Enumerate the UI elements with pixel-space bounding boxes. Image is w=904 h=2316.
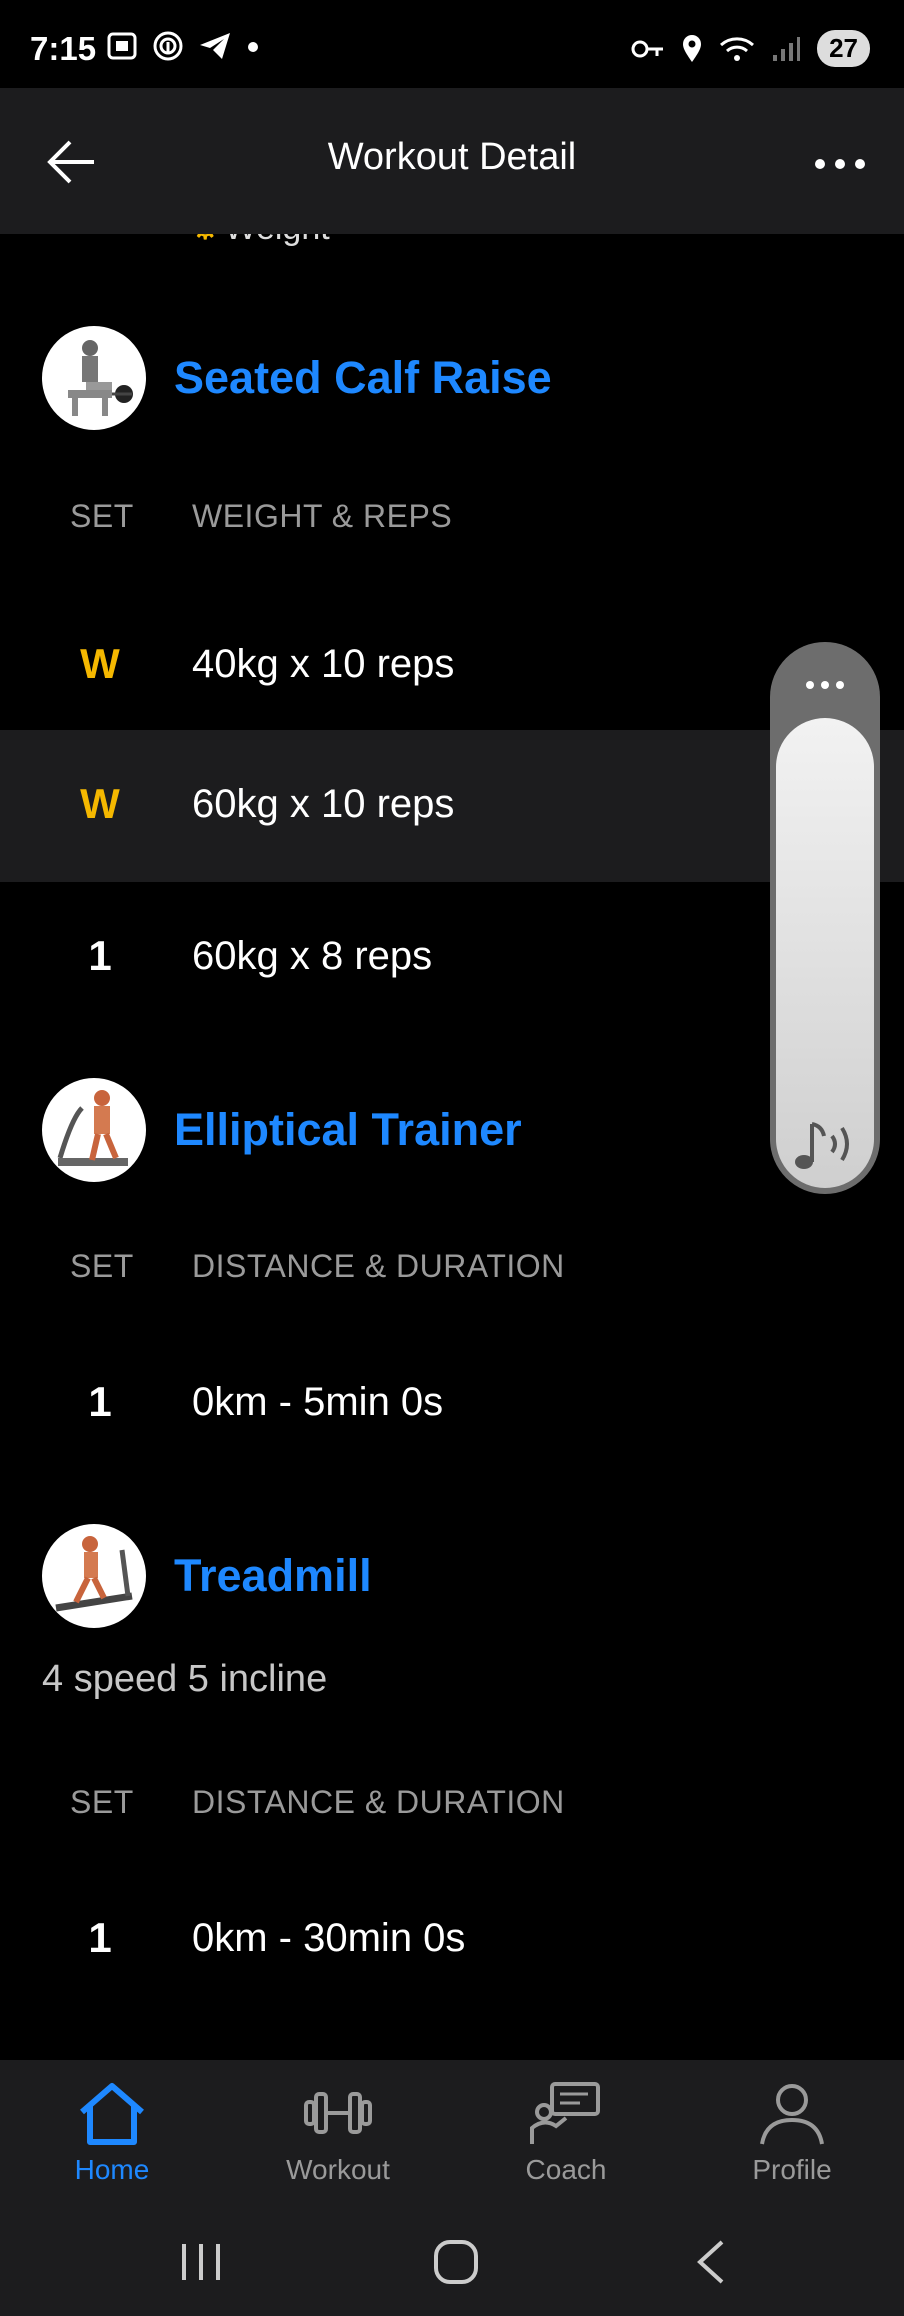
nav-home-label: Home — [74, 2154, 150, 2185]
set-table-header: SET DISTANCE & DURATION — [0, 1248, 904, 1308]
set-row[interactable]: 1 0km - 5min 0s — [0, 1328, 904, 1480]
vpn-key-icon — [631, 40, 664, 57]
app-header: Workout Detail — [0, 88, 904, 234]
nav-workout[interactable]: Workout — [238, 2078, 438, 2186]
location-icon — [683, 34, 702, 62]
back-button-icon[interactable] — [686, 2234, 736, 2290]
nav-coach[interactable]: Coach — [466, 2078, 666, 2186]
set-number: 1 — [88, 1378, 112, 1425]
medal-icon: ⚙ — [190, 234, 220, 247]
status-bar: 7:15 27 — [0, 0, 904, 88]
status-time: 7:15 — [30, 30, 97, 67]
notification-dot-icon — [248, 42, 258, 52]
fingerprint-icon — [153, 31, 183, 61]
set-row[interactable]: 1 60kg x 8 reps — [0, 882, 904, 1034]
exercise-thumbnail — [42, 326, 146, 430]
status-left-icons — [106, 30, 260, 62]
exercise-name[interactable]: Elliptical Trainer — [174, 1104, 522, 1156]
nav-coach-label: Coach — [525, 2154, 607, 2185]
exercise-header[interactable]: Seated Calf Raise — [42, 326, 552, 430]
nav-profile-label: Profile — [752, 2154, 832, 2185]
set-table-header: SET DISTANCE & DURATION — [0, 1784, 904, 1844]
bottom-navigation: Home Workout Coach Profile — [0, 2060, 904, 2210]
page-title: Workout Detail — [327, 136, 577, 178]
set-column-label: SET — [70, 1784, 134, 1820]
home-icon — [80, 2083, 144, 2145]
dumbbell-icon — [304, 2092, 372, 2134]
set-value: 60kg x 8 reps — [192, 934, 433, 978]
volume-more-icon[interactable] — [770, 672, 880, 698]
set-number: 1 — [88, 932, 112, 979]
set-row[interactable]: W 60kg x 10 reps — [0, 730, 904, 882]
profile-icon — [760, 2084, 824, 2145]
exercise-name[interactable]: Seated Calf Raise — [174, 352, 552, 404]
more-options-icon[interactable] — [810, 144, 870, 184]
music-volume-icon — [795, 1122, 849, 1169]
nav-workout-label: Workout — [286, 2154, 390, 2185]
exercise-note: 4 speed 5 incline — [42, 1658, 328, 1700]
home-button-icon[interactable] — [428, 2234, 484, 2290]
set-number: W — [80, 780, 120, 827]
workout-content[interactable]: ⚙ Weight Seated Calf Raise SET WEIGHT & R… — [0, 234, 904, 2060]
set-column-label: SET — [70, 1248, 134, 1284]
set-row[interactable]: W 40kg x 10 reps — [0, 590, 904, 742]
nav-profile[interactable]: Profile — [692, 2078, 892, 2186]
exercise-header[interactable]: Treadmill — [42, 1524, 372, 1628]
elliptical-trainer-icon — [57, 1090, 128, 1166]
telegram-icon — [200, 33, 230, 59]
exercise-thumbnail — [42, 1078, 146, 1182]
set-value: 40kg x 10 reps — [192, 642, 455, 686]
volume-slider[interactable] — [770, 642, 880, 1194]
previous-exercise-tag: ⚙ Weight — [190, 234, 330, 248]
metric-column-label: DISTANCE & DURATION — [192, 1248, 565, 1284]
battery-indicator: 27 — [817, 30, 870, 67]
wifi-icon — [720, 36, 755, 61]
system-navigation-bar — [0, 2210, 904, 2316]
treadmill-icon — [55, 1536, 133, 1612]
screenshot-icon — [107, 32, 137, 60]
set-column-label: SET — [70, 498, 134, 534]
previous-tag-label: Weight — [224, 234, 329, 247]
nav-home[interactable]: Home — [12, 2078, 212, 2186]
signal-icon — [773, 36, 801, 61]
metric-column-label: WEIGHT & REPS — [192, 498, 453, 534]
set-row[interactable]: 1 0km - 30min 0s — [0, 1864, 904, 2016]
exercise-thumbnail — [42, 1524, 146, 1628]
set-value: 0km - 5min 0s — [192, 1380, 444, 1424]
set-value: 60kg x 10 reps — [192, 782, 455, 826]
set-number: W — [80, 640, 120, 687]
exercise-header[interactable]: Elliptical Trainer — [42, 1078, 522, 1182]
coach-icon — [530, 2082, 600, 2144]
recent-apps-icon[interactable] — [176, 2234, 226, 2290]
set-number: 1 — [88, 1914, 112, 1961]
exercise-name[interactable]: Treadmill — [174, 1550, 372, 1602]
set-table-header: SET WEIGHT & REPS — [0, 498, 904, 558]
set-value: 0km - 30min 0s — [192, 1916, 466, 1960]
status-right-icons: 27 — [631, 30, 870, 67]
metric-column-label: DISTANCE & DURATION — [192, 1784, 565, 1820]
seated-calf-raise-icon — [68, 340, 133, 416]
